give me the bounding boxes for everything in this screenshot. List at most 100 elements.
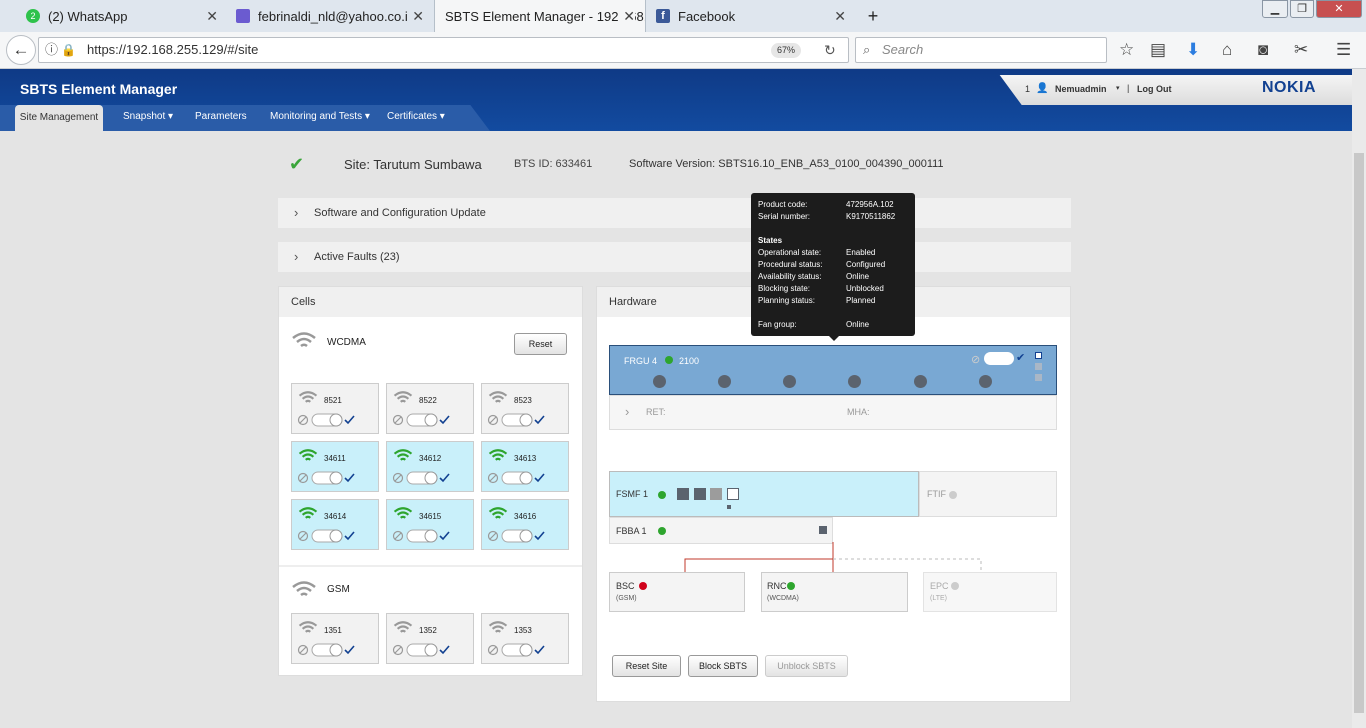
- cell-controls[interactable]: [487, 642, 547, 658]
- fsmf-module[interactable]: FSMF 1: [609, 471, 919, 517]
- cell-controls[interactable]: [392, 470, 452, 486]
- cell-tile[interactable]: 8521: [291, 383, 379, 434]
- cell-controls[interactable]: [392, 528, 452, 544]
- ret-mha-row[interactable]: › RET: MHA:: [609, 395, 1057, 430]
- reading-list-icon[interactable]: ▤: [1150, 40, 1166, 60]
- antenna-port[interactable]: [783, 375, 796, 388]
- facebook-icon: f: [656, 9, 670, 23]
- cell-tile[interactable]: 1353: [481, 613, 569, 664]
- active-faults-section[interactable]: › Active Faults (23): [278, 242, 1071, 272]
- cell-tile[interactable]: 34616: [481, 499, 569, 550]
- zoom-badge[interactable]: 67%: [771, 43, 802, 58]
- close-tab-icon[interactable]: ✕: [619, 8, 635, 25]
- cell-controls[interactable]: [297, 642, 357, 658]
- user-icon: 👤: [1036, 83, 1049, 94]
- back-button[interactable]: ←: [6, 35, 36, 65]
- mha-label: MHA:: [847, 407, 870, 417]
- antenna-port[interactable]: [848, 375, 861, 388]
- tooltip-label: Procedural status:: [758, 260, 823, 269]
- close-tab-icon[interactable]: ✕: [206, 8, 218, 25]
- fbba-module[interactable]: FBBA 1: [609, 517, 833, 544]
- cell-tile[interactable]: 34611: [291, 441, 379, 492]
- menu-icon[interactable]: ☰: [1336, 40, 1351, 60]
- browser-tab-sbts[interactable]: SBTS Element Manager - 192.168. ✕: [434, 0, 646, 32]
- ftif-module[interactable]: FTIF: [919, 471, 1057, 517]
- tab-monitoring[interactable]: Monitoring and Tests ▾: [270, 111, 370, 122]
- cell-controls[interactable]: [487, 412, 547, 428]
- cell-tile[interactable]: 34615: [386, 499, 474, 550]
- browser-tab-bar: 2 (2) WhatsApp ✕ febrinaldi_nld@yahoo.co…: [0, 0, 1366, 32]
- close-tab-icon[interactable]: ✕: [408, 8, 424, 25]
- screenshot-icon[interactable]: ✂: [1294, 40, 1308, 60]
- new-tab-button[interactable]: +: [858, 0, 888, 32]
- wifi-icon: [393, 449, 413, 461]
- app-header: SBTS Element Manager 1 👤 Nemuadmin ▾ | L…: [0, 69, 1352, 131]
- tab-site-management[interactable]: Site Management: [15, 105, 103, 131]
- browser-tab-yahoo[interactable]: febrinaldi_nld@yahoo.co.id · ✕: [228, 0, 434, 32]
- software-update-section[interactable]: › Software and Configuration Update: [278, 198, 1071, 228]
- port-icon: [710, 488, 722, 500]
- cell-controls[interactable]: [297, 528, 357, 544]
- info-icon[interactable]: ⓘ: [45, 38, 58, 62]
- wifi-icon: [298, 621, 318, 633]
- rnc-node[interactable]: RNC (WCDMA): [761, 572, 908, 612]
- site-name: Site: Tarutum Sumbawa: [344, 157, 482, 172]
- page-scrollbar[interactable]: [1352, 69, 1366, 728]
- browser-tab-facebook[interactable]: f Facebook ✕: [646, 0, 856, 32]
- bookmark-star-icon[interactable]: ☆: [1119, 40, 1134, 60]
- cell-tile[interactable]: 34613: [481, 441, 569, 492]
- frgu-module[interactable]: FRGU 4 2100 ⊘ ✔: [609, 345, 1057, 395]
- cell-controls[interactable]: [392, 412, 452, 428]
- antenna-port[interactable]: [653, 375, 666, 388]
- browser-tab-whatsapp[interactable]: 2 (2) WhatsApp ✕: [0, 0, 228, 32]
- epc-node[interactable]: EPC (LTE): [923, 572, 1057, 612]
- block-icon: ⊘: [971, 354, 981, 366]
- frgu-toggle[interactable]: [984, 352, 1014, 365]
- home-icon[interactable]: ⌂: [1222, 40, 1232, 60]
- status-ok-icon: [658, 527, 666, 535]
- bsc-node[interactable]: BSC (GSM): [609, 572, 745, 612]
- tab-parameters[interactable]: Parameters: [195, 111, 247, 122]
- search-input[interactable]: ⌕ Search: [855, 37, 1107, 63]
- antenna-port[interactable]: [914, 375, 927, 388]
- tab-snapshot[interactable]: Snapshot ▾: [123, 111, 173, 122]
- antenna-port[interactable]: [979, 375, 992, 388]
- antenna-port[interactable]: [718, 375, 731, 388]
- download-icon[interactable]: ⬇: [1186, 40, 1200, 60]
- chevron-down-icon[interactable]: ▾: [1116, 84, 1120, 92]
- cell-controls[interactable]: [487, 470, 547, 486]
- tooltip-label: Product code:: [758, 200, 808, 209]
- tab-certificates[interactable]: Certificates ▾: [387, 111, 445, 122]
- username[interactable]: Nemuadmin: [1055, 84, 1107, 94]
- close-window-button[interactable]: ✕: [1316, 0, 1362, 18]
- cell-tile[interactable]: 34612: [386, 441, 474, 492]
- reload-icon[interactable]: ↻: [824, 38, 836, 62]
- url-bar[interactable]: ⓘ 🔒 https://192.168.255.129/#/site 67% ↻: [38, 37, 849, 63]
- cell-id: 8522: [419, 396, 437, 405]
- block-sbts-button[interactable]: Block SBTS: [688, 655, 758, 677]
- cell-id: 1352: [419, 626, 437, 635]
- unblock-sbts-button[interactable]: Unblock SBTS: [765, 655, 848, 677]
- reset-cells-button[interactable]: Reset: [514, 333, 567, 355]
- cell-controls[interactable]: [487, 528, 547, 544]
- reset-site-button[interactable]: Reset Site: [612, 655, 681, 677]
- pocket-icon[interactable]: ◙: [1258, 40, 1268, 60]
- scrollbar-thumb[interactable]: [1354, 153, 1364, 713]
- cell-tile[interactable]: 1352: [386, 613, 474, 664]
- minimize-button[interactable]: ▁: [1262, 0, 1288, 18]
- cell-controls[interactable]: [297, 470, 357, 486]
- cell-controls[interactable]: [392, 642, 452, 658]
- restore-button[interactable]: ❐: [1290, 0, 1314, 18]
- cell-id: 34612: [419, 454, 442, 463]
- logout-link[interactable]: Log Out: [1137, 84, 1172, 94]
- cell-tile[interactable]: 8522: [386, 383, 474, 434]
- cell-tile[interactable]: 34614: [291, 499, 379, 550]
- cells-panel: Cells WCDMA Reset 8521 8522 8523 34611 34612…: [278, 286, 583, 676]
- tooltip-value: Planned: [846, 296, 876, 305]
- cell-controls[interactable]: [297, 412, 357, 428]
- lock-warning-icon[interactable]: 🔒: [61, 38, 76, 62]
- cell-tile[interactable]: 8523: [481, 383, 569, 434]
- cell-tile[interactable]: 1351: [291, 613, 379, 664]
- chevron-right-icon: ›: [294, 249, 299, 264]
- close-tab-icon[interactable]: ✕: [834, 8, 846, 25]
